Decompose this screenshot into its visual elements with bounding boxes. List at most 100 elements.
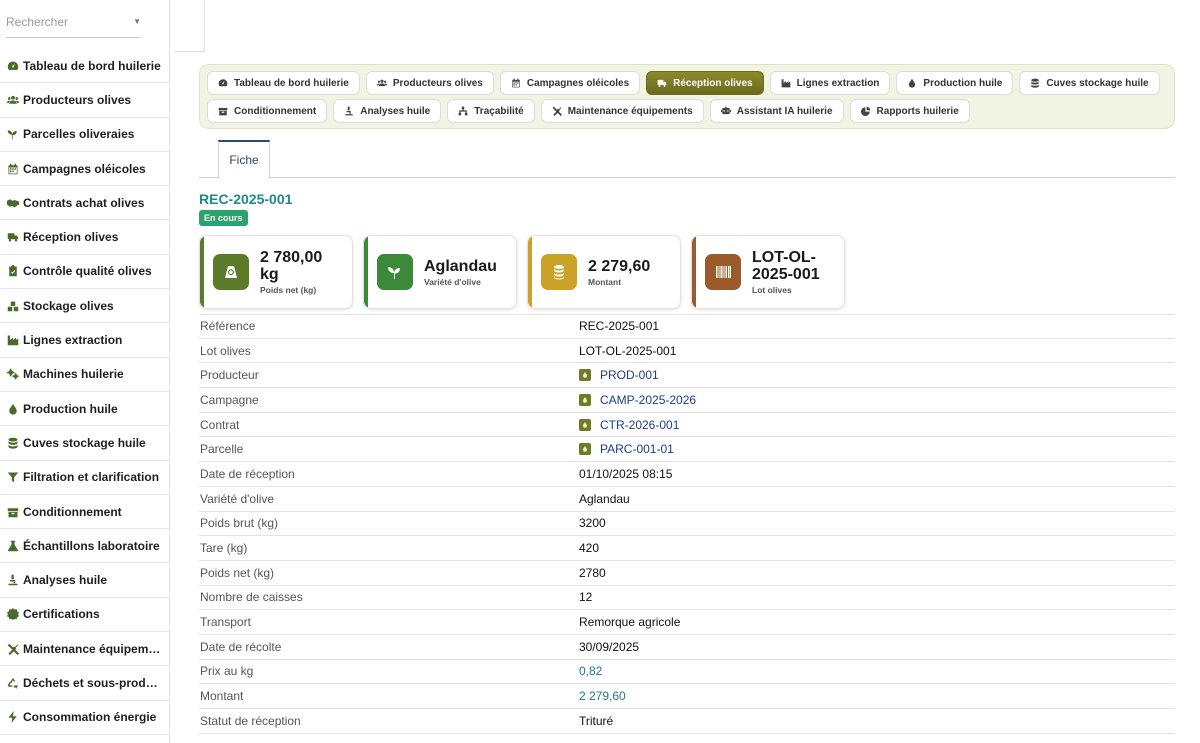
sidebar-item[interactable]: Certifications — [0, 598, 169, 633]
record-details: Référence REC-2025-001 Lot olives LOT-OL-20… — [199, 314, 1175, 734]
kpi-card: 2 780,00 kg Poids net (kg) — [199, 235, 353, 309]
industry-icon — [6, 333, 20, 347]
sidebar-item[interactable]: Stockage olives — [0, 289, 169, 324]
detail-value: Remorque agricole — [579, 615, 680, 629]
barcode-icon — [705, 254, 741, 290]
link-badge-icon — [579, 443, 591, 456]
sidebar-item[interactable]: Tableau de bord huilerie — [0, 49, 169, 84]
sidebar-item[interactable]: Contrôle qualité olives — [0, 255, 169, 290]
nav-button-label: Analyses huile — [360, 105, 431, 117]
kpi-card: LOT-OL-2025-001 Lot olives — [691, 235, 845, 309]
link-badge-icon — [579, 369, 591, 382]
detail-row: Producteur PROD-001 — [199, 363, 1175, 389]
sidebar-item-label: Lignes extraction — [23, 333, 123, 348]
detail-key: Tare (kg) — [200, 541, 248, 556]
nav-button[interactable]: Assistant IA huilerie — [709, 99, 844, 123]
sidebar-item-label: Réception olives — [23, 230, 119, 245]
sidebar-item[interactable]: Producteurs olives — [0, 83, 169, 118]
nav-button[interactable]: Rapports huilerie — [849, 99, 970, 123]
detail-value: 01/10/2025 08:15 — [579, 467, 672, 481]
sidebar-item[interactable]: Conditionnement — [0, 495, 169, 530]
sidebar-item[interactable]: Filtration et clarification — [0, 461, 169, 495]
nav-button-label: Production huile — [923, 77, 1003, 89]
sidebar-item[interactable]: Analyses huile — [0, 563, 169, 598]
search-input[interactable] — [6, 14, 116, 29]
sidebar-item[interactable]: Maintenance équipements — [0, 632, 169, 667]
sidebar-item[interactable]: Production huile — [0, 392, 169, 427]
nav-button[interactable]: Campagnes oléicoles — [499, 71, 641, 95]
nav-button-label: Tableau de bord huilerie — [234, 77, 349, 89]
tab-fiche[interactable]: Fiche — [218, 140, 270, 178]
nav-button[interactable]: Cuves stockage huile — [1019, 71, 1160, 95]
detail-key: Contrat — [200, 417, 240, 432]
nav-button[interactable]: Maintenance équipements — [540, 99, 704, 123]
sidebar-item-label: Déchets et sous-produits — [23, 675, 163, 690]
truck-icon — [6, 230, 20, 244]
detail-key: Transport — [200, 615, 251, 630]
nav-button[interactable]: Producteurs olives — [365, 71, 494, 95]
sidebar-item[interactable]: Lignes extraction — [0, 323, 169, 358]
card-stripe — [528, 236, 532, 308]
detail-link[interactable]: CTR-2026-001 — [579, 418, 679, 432]
sidebar-item[interactable]: Cuves stockage huile — [0, 426, 169, 461]
nav-button[interactable]: Tableau de bord huilerie — [207, 71, 360, 95]
sidebar-item-label: Tableau de bord huilerie — [23, 58, 161, 73]
search-box[interactable]: ▼ — [6, 6, 141, 38]
detail-key: Nombre de caisses — [200, 590, 303, 605]
nav-button[interactable]: Conditionnement — [207, 99, 328, 123]
detail-value-text: Aglandau — [579, 491, 630, 506]
robot-icon — [720, 106, 732, 117]
detail-value-text: 01/10/2025 08:15 — [579, 466, 673, 481]
detail-key: Prix au kg — [200, 664, 254, 679]
card-value: Aglandau — [424, 257, 497, 275]
sidebar-item[interactable]: Déchets et sous-produits — [0, 666, 169, 701]
sidebar-item-label: Campagnes oléicoles — [23, 161, 146, 176]
nav-button[interactable]: Traçabilité — [447, 99, 535, 123]
clipboard-check-icon — [6, 264, 20, 278]
module-nav-row: Tableau de bord huilerie Producteurs oliv… — [207, 71, 1167, 95]
coins-icon — [541, 254, 577, 290]
card-stripe — [692, 236, 696, 308]
module-nav-row: Conditionnement Analyses huile Traçabilité… — [207, 99, 1167, 123]
nav-button[interactable]: Lignes extraction — [769, 71, 891, 95]
sidebar-menu: Tableau de bord huilerie Producteurs oliv… — [0, 49, 169, 735]
sidebar-item[interactable]: Échantillons laboratoire — [0, 529, 169, 564]
detail-value: 2780 — [579, 566, 606, 580]
detail-link[interactable]: PARC-001-01 — [579, 442, 674, 456]
sidebar-item[interactable]: Réception olives — [0, 220, 169, 255]
sidebar-item[interactable]: Consommation énergie — [0, 701, 169, 735]
sidebar-item-label: Certifications — [23, 607, 100, 622]
nav-button[interactable]: Réception olives — [646, 71, 764, 95]
tools-icon — [6, 642, 20, 656]
detail-key: Producteur — [200, 368, 259, 383]
detail-key: Montant — [200, 689, 244, 704]
nav-button-label: Lignes extraction — [796, 77, 880, 89]
nav-button[interactable]: Production huile — [896, 71, 1014, 95]
detail-link[interactable]: CAMP-2025-2026 — [579, 393, 696, 407]
detail-value: 30/09/2025 — [579, 640, 639, 654]
detail-key: Lot olives — [200, 343, 251, 358]
detail-value: REC-2025-001 — [579, 319, 659, 333]
sidebar-item[interactable]: Contrats achat olives — [0, 186, 169, 221]
chevron-down-icon[interactable]: ▼ — [133, 17, 141, 26]
detail-value-text: 12 — [579, 590, 593, 605]
gauge-icon — [218, 78, 229, 89]
tools-icon — [552, 106, 563, 117]
detail-link[interactable]: PROD-001 — [579, 368, 659, 382]
drop-icon — [6, 402, 20, 416]
detail-value: 3200 — [579, 516, 606, 530]
sitemap-icon — [458, 106, 469, 117]
detail-value: 0,82 — [579, 664, 602, 678]
nav-button-label: Producteurs olives — [392, 77, 483, 89]
detail-value-text: 0,82 — [579, 664, 603, 679]
sidebar-item[interactable]: Parcelles oliveraies — [0, 118, 169, 152]
nav-button-label: Rapports huilerie — [876, 105, 959, 117]
cogs-icon — [6, 367, 20, 381]
detail-row: Parcelle PARC-001-01 — [199, 437, 1175, 463]
database-icon — [6, 436, 20, 450]
sidebar-item[interactable]: Machines huilerie — [0, 358, 169, 392]
nav-button[interactable]: Analyses huile — [333, 99, 442, 123]
sidebar-item[interactable]: Campagnes oléicoles — [0, 152, 169, 187]
record-title: REC-2025-001 — [199, 191, 293, 207]
top-panel — [174, 0, 205, 52]
